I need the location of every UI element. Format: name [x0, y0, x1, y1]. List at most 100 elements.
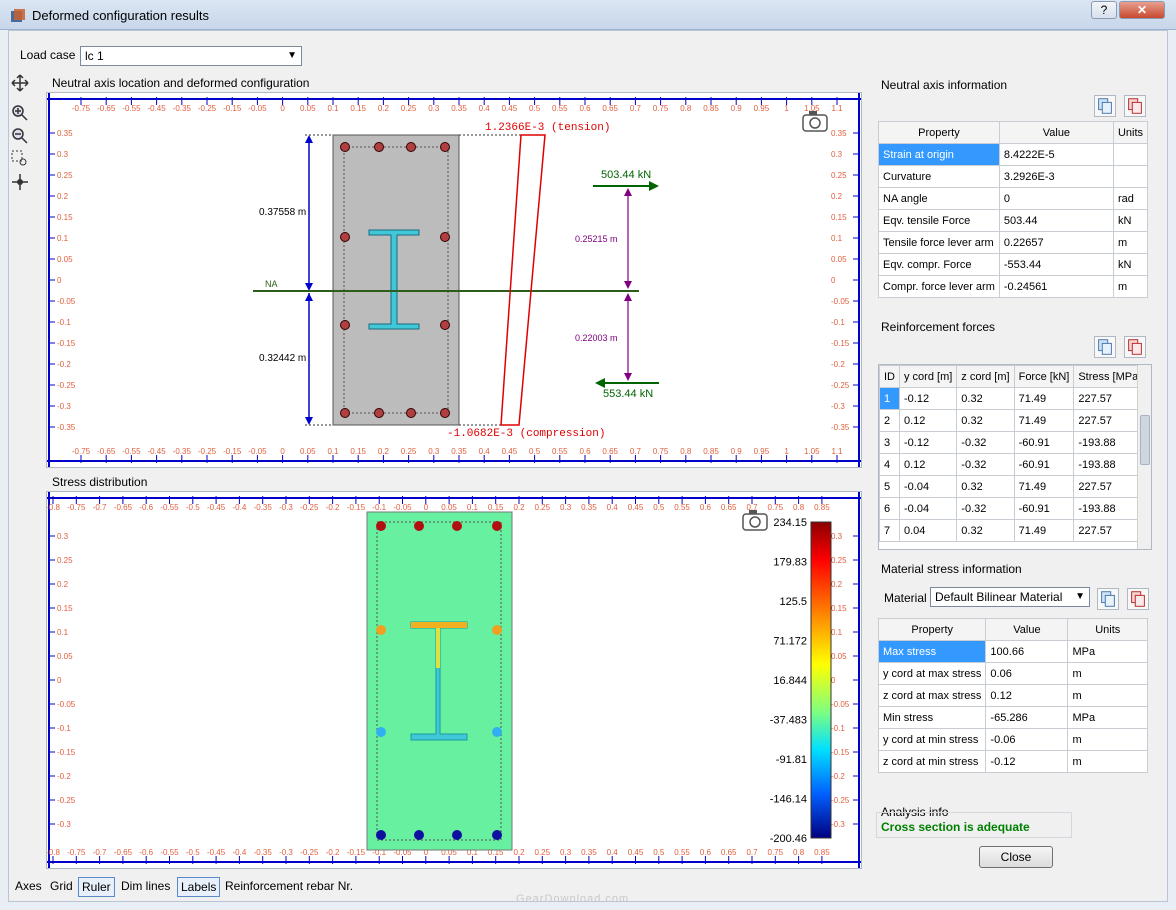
table-cell[interactable]: 3.2926E-3 — [998, 165, 1114, 188]
table-cell[interactable]: MPa — [1067, 706, 1148, 729]
table-cell[interactable]: -0.32 — [956, 497, 1015, 520]
table-cell[interactable]: -0.12 — [985, 750, 1069, 773]
table-cell[interactable]: -0.32 — [956, 453, 1015, 476]
table-cell[interactable]: -193.88 — [1073, 497, 1147, 520]
table-cell[interactable]: 71.49 — [1013, 519, 1075, 542]
table-row[interactable]: 7 0.04 0.32 71.49 227.57 — [879, 519, 1147, 542]
column-header[interactable]: Value — [998, 121, 1114, 144]
table-row[interactable]: Curvature 3.2926E-3 — [878, 165, 1149, 188]
table-cell[interactable]: y cord at min stress — [877, 728, 987, 751]
table-cell[interactable]: -65.286 — [985, 706, 1069, 729]
table-cell[interactable]: Min stress — [877, 706, 987, 729]
table-row[interactable]: Min stress -65.286 MPa — [877, 706, 1148, 729]
table-cell[interactable]: 71.49 — [1013, 475, 1075, 498]
table-cell[interactable]: 0.04 — [898, 519, 958, 542]
table-cell[interactable]: 227.57 — [1073, 475, 1147, 498]
help-button[interactable]: ? — [1091, 1, 1117, 19]
table-cell[interactable]: 0.06 — [985, 662, 1069, 685]
table-cell[interactable]: -60.91 — [1013, 497, 1075, 520]
table-row[interactable]: y cord at max stress 0.06 m — [877, 662, 1148, 685]
table-cell[interactable]: -553.44 — [998, 253, 1114, 276]
table-cell[interactable]: -0.04 — [898, 497, 958, 520]
table-row[interactable]: 4 0.12 -0.32 -60.91 -193.88 — [879, 453, 1147, 476]
table-cell[interactable]: 7 — [879, 519, 900, 542]
table-row[interactable]: z cord at min stress -0.12 m — [877, 750, 1148, 773]
stress-plot-panel[interactable]: -0.8 -0.8 -0.75 -0.75 -0.7 -0.7 -0.65 -0.65 -0.6… — [46, 491, 862, 869]
table-cell[interactable]: 227.57 — [1073, 409, 1147, 432]
toggle-ruler[interactable]: Ruler — [78, 877, 115, 897]
column-header[interactable]: Property — [877, 618, 987, 641]
table-cell[interactable]: -0.32 — [956, 431, 1015, 454]
table-cell[interactable]: rad — [1112, 187, 1149, 210]
column-header[interactable]: Force [kN] — [1013, 365, 1075, 388]
table-cell[interactable]: m — [1067, 662, 1148, 685]
copy-icon[interactable] — [1097, 588, 1119, 610]
table-cell[interactable]: -0.24561 — [998, 275, 1114, 298]
table-cell[interactable]: 0.32 — [956, 387, 1015, 410]
table-cell[interactable]: 71.49 — [1013, 409, 1075, 432]
export-icon[interactable] — [1127, 588, 1149, 610]
table-cell[interactable]: 1 — [879, 387, 900, 410]
table-cell[interactable]: kN — [1112, 209, 1149, 232]
table-row[interactable]: 2 0.12 0.32 71.49 227.57 — [879, 409, 1147, 432]
na-plot-panel[interactable]: -0.75 -0.75 -0.65 -0.65 -0.55 -0.55 -0.45 -0.45… — [46, 92, 862, 468]
zoom-in-icon[interactable] — [11, 104, 29, 122]
table-cell[interactable]: -193.88 — [1073, 453, 1147, 476]
table-cell[interactable]: 0.12 — [898, 409, 958, 432]
close-button[interactable]: Close — [979, 846, 1053, 868]
column-header[interactable]: z cord [m] — [956, 365, 1015, 388]
load-case-select[interactable]: lc 1 ▼ — [80, 46, 302, 66]
table-cell[interactable]: Eqv. tensile Force — [878, 209, 1000, 232]
export-icon[interactable] — [1124, 336, 1146, 358]
window-close-button[interactable]: ✕ — [1119, 1, 1165, 19]
table-cell[interactable]: 227.57 — [1073, 519, 1147, 542]
table-row[interactable]: 3 -0.12 -0.32 -60.91 -193.88 — [879, 431, 1147, 454]
table-row[interactable]: NA angle 0 rad — [878, 187, 1149, 210]
toggle-grid[interactable]: Grid — [47, 877, 76, 897]
table-cell[interactable]: 2 — [879, 409, 900, 432]
column-header[interactable]: Units — [1112, 121, 1149, 144]
table-cell[interactable]: -60.91 — [1013, 431, 1075, 454]
copy-icon[interactable] — [1094, 336, 1116, 358]
table-cell[interactable]: -60.91 — [1013, 453, 1075, 476]
table-cell[interactable]: MPa — [1067, 640, 1148, 663]
table-row[interactable]: Max stress 100.66 MPa — [877, 640, 1148, 663]
zoom-extents-icon[interactable] — [11, 173, 29, 191]
rebar-forces-grid[interactable]: ID y cord [m] z cord [m] Force [kN] Stress [… — [878, 364, 1152, 550]
table-cell[interactable]: Tensile force lever arm — [878, 231, 1000, 254]
table-row[interactable]: 6 -0.04 -0.32 -60.91 -193.88 — [879, 497, 1147, 520]
table-cell[interactable]: 503.44 — [998, 209, 1114, 232]
table-cell[interactable]: Strain at origin — [878, 143, 1000, 166]
table-row[interactable]: z cord at max stress 0.12 m — [877, 684, 1148, 707]
table-row[interactable]: Tensile force lever arm 0.22657 m — [878, 231, 1149, 254]
table-row[interactable]: 1 -0.12 0.32 71.49 227.57 — [879, 387, 1147, 410]
table-cell[interactable]: 227.57 — [1073, 387, 1147, 410]
table-cell[interactable]: 4 — [879, 453, 900, 476]
table-cell[interactable]: z cord at min stress — [877, 750, 987, 773]
table-row[interactable]: Eqv. compr. Force -553.44 kN — [878, 253, 1149, 276]
table-cell[interactable]: 5 — [879, 475, 900, 498]
table-cell[interactable]: 0.32 — [956, 409, 1015, 432]
table-cell[interactable]: 0.12 — [898, 453, 958, 476]
table-cell[interactable]: 0.32 — [956, 519, 1015, 542]
table-cell[interactable]: 0 — [998, 187, 1114, 210]
pan-icon[interactable] — [11, 74, 29, 92]
table-cell[interactable] — [1112, 165, 1149, 188]
table-cell[interactable]: m — [1112, 231, 1149, 254]
table-cell[interactable]: 0.32 — [956, 475, 1015, 498]
table-cell[interactable]: -0.12 — [898, 387, 958, 410]
table-cell[interactable]: Max stress — [877, 640, 987, 663]
table-cell[interactable]: NA angle — [878, 187, 1000, 210]
table-cell[interactable]: 8.4222E-5 — [998, 143, 1114, 166]
table-cell[interactable]: 6 — [879, 497, 900, 520]
zoom-out-icon[interactable] — [11, 127, 29, 145]
column-header[interactable]: ID — [879, 365, 900, 388]
table-cell[interactable]: 71.49 — [1013, 387, 1075, 410]
toggle-axes[interactable]: Axes — [12, 877, 45, 897]
toggle-dim-lines[interactable]: Dim lines — [118, 877, 173, 897]
table-cell[interactable]: 100.66 — [985, 640, 1069, 663]
table-row[interactable]: Compr. force lever arm -0.24561 m — [878, 275, 1149, 298]
table-cell[interactable] — [1112, 143, 1149, 166]
table-row[interactable]: y cord at min stress -0.06 m — [877, 728, 1148, 751]
column-header[interactable]: Property — [878, 121, 1000, 144]
